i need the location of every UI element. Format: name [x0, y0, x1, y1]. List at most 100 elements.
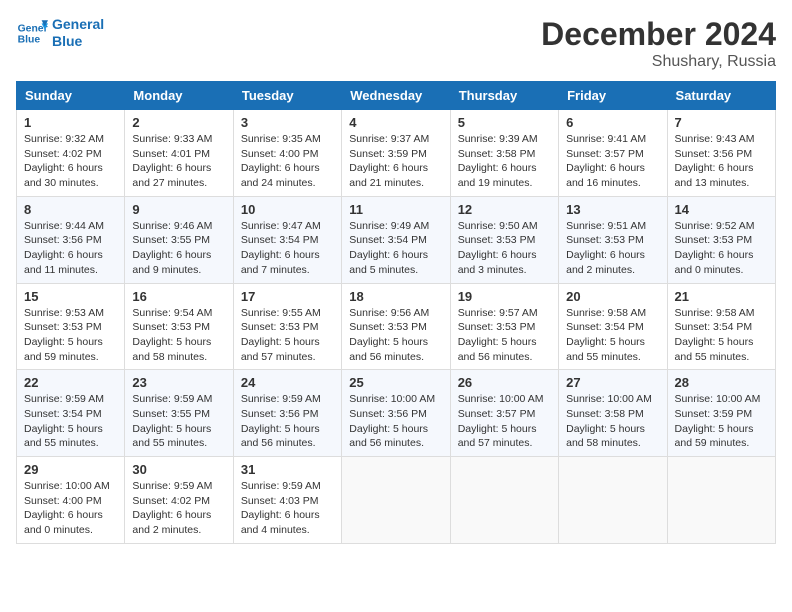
day-number: 24 — [241, 375, 334, 390]
calendar-cell — [667, 457, 775, 544]
day-of-week-header: Wednesday — [342, 82, 450, 110]
cell-details: Sunrise: 9:32 AMSunset: 4:02 PMDaylight:… — [24, 132, 117, 191]
calendar-cell — [342, 457, 450, 544]
day-number: 13 — [566, 202, 659, 217]
calendar-cell: 7 Sunrise: 9:43 AMSunset: 3:56 PMDaylight… — [667, 110, 775, 197]
calendar-cell: 11 Sunrise: 9:49 AMSunset: 3:54 PMDayligh… — [342, 196, 450, 283]
day-number: 12 — [458, 202, 551, 217]
month-title: December 2024 — [541, 16, 776, 53]
calendar-week-row: 22 Sunrise: 9:59 AMSunset: 3:54 PMDayligh… — [17, 370, 776, 457]
cell-details: Sunrise: 9:37 AMSunset: 3:59 PMDaylight:… — [349, 132, 442, 191]
cell-details: Sunrise: 9:59 AMSunset: 4:03 PMDaylight:… — [241, 479, 334, 538]
cell-details: Sunrise: 9:53 AMSunset: 3:53 PMDaylight:… — [24, 306, 117, 365]
day-number: 9 — [132, 202, 225, 217]
cell-details: Sunrise: 9:59 AMSunset: 4:02 PMDaylight:… — [132, 479, 225, 538]
cell-details: Sunrise: 9:59 AMSunset: 3:56 PMDaylight:… — [241, 392, 334, 451]
cell-details: Sunrise: 9:41 AMSunset: 3:57 PMDaylight:… — [566, 132, 659, 191]
day-of-week-header: Tuesday — [233, 82, 341, 110]
cell-details: Sunrise: 9:57 AMSunset: 3:53 PMDaylight:… — [458, 306, 551, 365]
day-number: 30 — [132, 462, 225, 477]
calendar-cell: 6Sunrise: 9:41 AMSunset: 3:57 PMDaylight… — [559, 110, 667, 197]
cell-details: Sunrise: 9:58 AMSunset: 3:54 PMDaylight:… — [675, 306, 768, 365]
calendar-cell: 17 Sunrise: 9:55 AMSunset: 3:53 PMDayligh… — [233, 283, 341, 370]
day-number: 26 — [458, 375, 551, 390]
cell-details: Sunrise: 10:00 AMSunset: 3:57 PMDaylight… — [458, 392, 551, 451]
day-of-week-header: Monday — [125, 82, 233, 110]
svg-text:Blue: Blue — [18, 34, 41, 45]
day-number: 27 — [566, 375, 659, 390]
cell-details: Sunrise: 9:49 AMSunset: 3:54 PMDaylight:… — [349, 219, 442, 278]
calendar-week-row: 8Sunrise: 9:44 AMSunset: 3:56 PMDaylight… — [17, 196, 776, 283]
day-number: 3 — [241, 115, 334, 130]
calendar-cell: 13Sunrise: 9:51 AMSunset: 3:53 PMDayligh… — [559, 196, 667, 283]
cell-details: Sunrise: 9:59 AMSunset: 3:55 PMDaylight:… — [132, 392, 225, 451]
calendar-cell: 24 Sunrise: 9:59 AMSunset: 3:56 PMDayligh… — [233, 370, 341, 457]
logo-icon: General Blue — [16, 17, 48, 49]
cell-details: Sunrise: 9:43 AMSunset: 3:56 PMDaylight:… — [675, 132, 768, 191]
cell-details: Sunrise: 10:00 AMSunset: 3:56 PMDaylight… — [349, 392, 442, 451]
calendar-cell: 4Sunrise: 9:37 AMSunset: 3:59 PMDaylight… — [342, 110, 450, 197]
calendar-cell: 8Sunrise: 9:44 AMSunset: 3:56 PMDaylight… — [17, 196, 125, 283]
cell-details: Sunrise: 9:47 AMSunset: 3:54 PMDaylight:… — [241, 219, 334, 278]
calendar-cell: 23 Sunrise: 9:59 AMSunset: 3:55 PMDayligh… — [125, 370, 233, 457]
calendar-cell — [450, 457, 558, 544]
day-number: 8 — [24, 202, 117, 217]
cell-details: Sunrise: 9:54 AMSunset: 3:53 PMDaylight:… — [132, 306, 225, 365]
logo-text-line2: Blue — [52, 33, 104, 50]
cell-details: Sunrise: 10:00 AMSunset: 4:00 PMDaylight… — [24, 479, 117, 538]
calendar-cell: 3Sunrise: 9:35 AMSunset: 4:00 PMDaylight… — [233, 110, 341, 197]
day-number: 22 — [24, 375, 117, 390]
day-number: 31 — [241, 462, 334, 477]
logo: General Blue General Blue — [16, 16, 104, 50]
calendar-cell: 19 Sunrise: 9:57 AMSunset: 3:53 PMDayligh… — [450, 283, 558, 370]
calendar-cell: 10 Sunrise: 9:47 AMSunset: 3:54 PMDayligh… — [233, 196, 341, 283]
calendar-week-row: 29 Sunrise: 10:00 AMSunset: 4:00 PMDaylig… — [17, 457, 776, 544]
day-of-week-header: Saturday — [667, 82, 775, 110]
day-number: 19 — [458, 289, 551, 304]
day-of-week-header: Sunday — [17, 82, 125, 110]
day-of-week-header: Friday — [559, 82, 667, 110]
cell-details: Sunrise: 9:58 AMSunset: 3:54 PMDaylight:… — [566, 306, 659, 365]
calendar-cell: 30 Sunrise: 9:59 AMSunset: 4:02 PMDayligh… — [125, 457, 233, 544]
calendar-cell: 9Sunrise: 9:46 AMSunset: 3:55 PMDaylight… — [125, 196, 233, 283]
calendar-cell: 25 Sunrise: 10:00 AMSunset: 3:56 PMDaylig… — [342, 370, 450, 457]
calendar-cell: 14 Sunrise: 9:52 AMSunset: 3:53 PMDayligh… — [667, 196, 775, 283]
logo-text-line1: General — [52, 16, 104, 33]
day-number: 2 — [132, 115, 225, 130]
day-number: 14 — [675, 202, 768, 217]
page-header: General Blue General Blue December 2024 … — [16, 16, 776, 71]
cell-details: Sunrise: 9:55 AMSunset: 3:53 PMDaylight:… — [241, 306, 334, 365]
cell-details: Sunrise: 9:39 AMSunset: 3:58 PMDaylight:… — [458, 132, 551, 191]
calendar-cell: 28Sunrise: 10:00 AMSunset: 3:59 PMDaylig… — [667, 370, 775, 457]
cell-details: Sunrise: 10:00 AMSunset: 3:58 PMDaylight… — [566, 392, 659, 451]
calendar-cell: 27 Sunrise: 10:00 AMSunset: 3:58 PMDaylig… — [559, 370, 667, 457]
day-number: 17 — [241, 289, 334, 304]
day-number: 29 — [24, 462, 117, 477]
day-number: 25 — [349, 375, 442, 390]
day-number: 1 — [24, 115, 117, 130]
location: Shushary, Russia — [541, 53, 776, 71]
day-number: 21 — [675, 289, 768, 304]
calendar-cell: 2 Sunrise: 9:33 AMSunset: 4:01 PMDaylight… — [125, 110, 233, 197]
calendar-cell: 15Sunrise: 9:53 AMSunset: 3:53 PMDayligh… — [17, 283, 125, 370]
calendar-cell: 31 Sunrise: 9:59 AMSunset: 4:03 PMDayligh… — [233, 457, 341, 544]
calendar-cell: 5 Sunrise: 9:39 AMSunset: 3:58 PMDaylight… — [450, 110, 558, 197]
cell-details: Sunrise: 10:00 AMSunset: 3:59 PMDaylight… — [675, 392, 768, 451]
calendar-cell — [559, 457, 667, 544]
cell-details: Sunrise: 9:56 AMSunset: 3:53 PMDaylight:… — [349, 306, 442, 365]
cell-details: Sunrise: 9:59 AMSunset: 3:54 PMDaylight:… — [24, 392, 117, 451]
cell-details: Sunrise: 9:52 AMSunset: 3:53 PMDaylight:… — [675, 219, 768, 278]
day-number: 5 — [458, 115, 551, 130]
day-number: 11 — [349, 202, 442, 217]
calendar-cell: 18Sunrise: 9:56 AMSunset: 3:53 PMDayligh… — [342, 283, 450, 370]
day-number: 7 — [675, 115, 768, 130]
day-of-week-header: Thursday — [450, 82, 558, 110]
day-number: 23 — [132, 375, 225, 390]
cell-details: Sunrise: 9:33 AMSunset: 4:01 PMDaylight:… — [132, 132, 225, 191]
calendar-cell: 16 Sunrise: 9:54 AMSunset: 3:53 PMDayligh… — [125, 283, 233, 370]
day-number: 16 — [132, 289, 225, 304]
day-number: 10 — [241, 202, 334, 217]
calendar-cell: 29 Sunrise: 10:00 AMSunset: 4:00 PMDaylig… — [17, 457, 125, 544]
calendar-cell: 12Sunrise: 9:50 AMSunset: 3:53 PMDayligh… — [450, 196, 558, 283]
day-number: 20 — [566, 289, 659, 304]
